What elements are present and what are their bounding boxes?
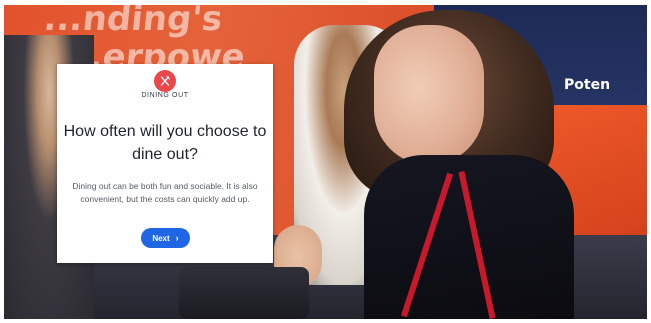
background-banner-text-1: ...nding's [41, 5, 225, 39]
question-title: How often will you choose to dine out? [63, 123, 267, 163]
question-card: DINING OUT How often will you choose to … [57, 64, 273, 263]
background-phone [179, 267, 309, 319]
category-label: DINING OUT [141, 92, 189, 99]
background-girl-jacket [364, 155, 574, 319]
next-button[interactable]: Next › [141, 228, 190, 248]
background-girl-face [374, 25, 484, 165]
background-navy-sign-text: Poten [564, 77, 611, 93]
category-badge [154, 70, 176, 92]
next-button-label: Next [152, 233, 170, 243]
fork-knife-icon [160, 76, 170, 86]
chevron-right-icon: › [175, 232, 179, 243]
question-description: Dining out can be both fun and sociable.… [72, 181, 258, 204]
